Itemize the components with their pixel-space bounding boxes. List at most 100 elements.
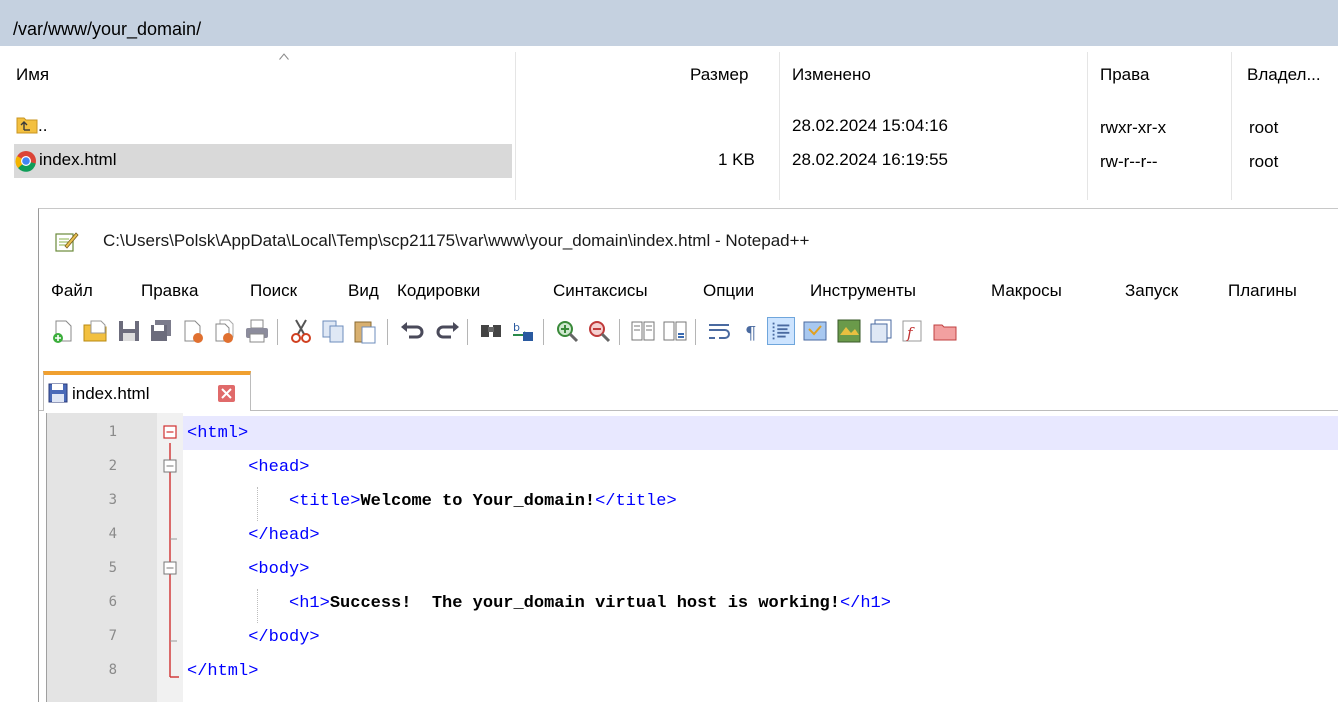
file-modified: 28.02.2024 16:19:55 bbox=[792, 150, 948, 169]
file-modified: 28.02.2024 15:04:16 bbox=[792, 116, 948, 135]
new-file-icon[interactable] bbox=[49, 317, 77, 345]
html-tag: </html> bbox=[187, 662, 259, 681]
toolbar-separator bbox=[543, 319, 544, 345]
html-tag: <html> bbox=[187, 424, 249, 443]
file-row-index-html[interactable]: index.html 1 KB 28.02.2024 16:19:55 rw-r… bbox=[0, 144, 1338, 180]
file-name-cell[interactable]: index.html bbox=[14, 144, 512, 178]
file-row-parent[interactable]: .. 28.02.2024 15:04:16 rwxr-xr-x root bbox=[0, 110, 1338, 146]
paste-icon[interactable] bbox=[351, 317, 379, 345]
line-number: 5 bbox=[108, 560, 117, 576]
code-line-1: <html> bbox=[187, 424, 248, 443]
column-name[interactable]: Имя bbox=[16, 65, 49, 85]
user-defined-language-icon[interactable] bbox=[801, 317, 829, 345]
line-number: 3 bbox=[108, 492, 117, 508]
replace-icon[interactable]: b bbox=[509, 317, 537, 345]
find-icon[interactable] bbox=[477, 317, 505, 345]
menu-search[interactable]: Поиск bbox=[250, 281, 297, 301]
file-name: index.html bbox=[39, 150, 117, 169]
document-map-icon[interactable] bbox=[835, 317, 863, 345]
indent-guide-icon[interactable] bbox=[767, 317, 795, 345]
show-all-characters-icon[interactable]: ¶ bbox=[737, 317, 765, 345]
chrome-icon bbox=[15, 151, 36, 172]
folder-as-workspace-icon[interactable] bbox=[931, 317, 959, 345]
toolbar: b ¶ f bbox=[39, 311, 1338, 357]
column-modified[interactable]: Изменено bbox=[792, 65, 871, 85]
menu-view[interactable]: Вид bbox=[348, 281, 379, 301]
code-line-3: <title>Welcome to Your_domain!</title> bbox=[187, 492, 677, 511]
copy-icon[interactable] bbox=[319, 317, 347, 345]
file-size: 1 KB bbox=[718, 150, 755, 169]
redo-icon[interactable] bbox=[433, 317, 461, 345]
toolbar-separator bbox=[277, 319, 278, 345]
line-number: 7 bbox=[108, 628, 117, 644]
sync-vertical-scroll-icon[interactable] bbox=[629, 317, 657, 345]
line-number: 6 bbox=[108, 594, 117, 610]
file-name-cell[interactable]: .. bbox=[14, 110, 512, 144]
word-wrap-icon[interactable] bbox=[705, 317, 733, 345]
column-size[interactable]: Размер bbox=[690, 65, 748, 85]
html-tag: <body> bbox=[248, 560, 310, 579]
code-text: Success! The your_domain virtual host is… bbox=[329, 594, 840, 613]
notepad-plus-plus-window: C:\Users\Polsk\AppData\Local\Temp\scp211… bbox=[38, 208, 1338, 702]
tab-index-html[interactable]: index.html bbox=[43, 371, 251, 411]
fold-margin bbox=[157, 413, 183, 702]
close-tab-icon[interactable] bbox=[218, 385, 235, 402]
document-list-icon[interactable] bbox=[867, 317, 895, 345]
code-editor[interactable]: 1 2 3 4 5 6 7 8 <html> <head> <title>Wel… bbox=[46, 413, 1338, 702]
code-line-2: <head> bbox=[187, 458, 309, 477]
code-text: Welcome to Your_domain! bbox=[360, 492, 596, 511]
html-tag: <head> bbox=[248, 458, 310, 477]
menu-file[interactable]: Файл bbox=[51, 281, 93, 301]
save-all-icon[interactable] bbox=[147, 317, 175, 345]
sync-horizontal-scroll-icon[interactable] bbox=[661, 317, 689, 345]
code-line-4: </head> bbox=[187, 526, 320, 545]
line-number: 1 bbox=[108, 424, 117, 440]
menu-bar: Файл Правка Поиск Вид Кодировки Синтакси… bbox=[39, 269, 1338, 309]
window-title-bar[interactable]: C:\Users\Polsk\AppData\Local\Temp\scp211… bbox=[39, 209, 1338, 269]
undo-icon[interactable] bbox=[399, 317, 427, 345]
menu-settings[interactable]: Опции bbox=[703, 281, 754, 301]
file-rights: rw-r--r-- bbox=[1100, 152, 1158, 171]
current-line-highlight bbox=[183, 416, 1338, 450]
menu-run[interactable]: Запуск bbox=[1125, 281, 1178, 301]
function-list-icon[interactable]: f bbox=[899, 317, 927, 345]
path-bar[interactable]: /var/www/your_domain/ bbox=[0, 0, 1338, 46]
code-text-area[interactable]: <html> <head> <title>Welcome to Your_dom… bbox=[183, 413, 1338, 702]
menu-plugins[interactable]: Плагины bbox=[1228, 281, 1297, 301]
toolbar-separator bbox=[695, 319, 696, 345]
file-owner: root bbox=[1249, 152, 1279, 171]
line-number-gutter: 1 2 3 4 5 6 7 8 bbox=[47, 413, 157, 702]
current-path: /var/www/your_domain/ bbox=[13, 19, 202, 39]
tab-bar: index.html bbox=[39, 359, 1338, 411]
parent-folder-icon bbox=[16, 117, 38, 134]
sort-ascending-icon bbox=[279, 53, 289, 60]
menu-edit[interactable]: Правка bbox=[141, 281, 198, 301]
html-tag: </head> bbox=[248, 526, 320, 545]
zoom-in-icon[interactable] bbox=[553, 317, 581, 345]
toolbar-separator bbox=[387, 319, 388, 345]
column-rights[interactable]: Права bbox=[1100, 65, 1149, 85]
html-tag: <title> bbox=[289, 492, 361, 511]
column-owner[interactable]: Владел... bbox=[1247, 65, 1321, 85]
toolbar-separator bbox=[619, 319, 620, 345]
file-rights: rwxr-xr-x bbox=[1100, 118, 1167, 137]
cut-icon[interactable] bbox=[287, 317, 315, 345]
open-file-icon[interactable] bbox=[81, 317, 109, 345]
close-all-icon[interactable] bbox=[211, 317, 239, 345]
code-line-7: </body> bbox=[187, 628, 319, 647]
html-tag: <h1> bbox=[289, 594, 330, 613]
code-line-5: <body> bbox=[187, 560, 309, 579]
print-icon[interactable] bbox=[243, 317, 271, 345]
notepad-app-icon bbox=[55, 232, 79, 252]
menu-language[interactable]: Синтаксисы bbox=[553, 281, 648, 301]
file-owner: root bbox=[1249, 118, 1279, 137]
save-icon[interactable] bbox=[115, 317, 143, 345]
menu-macro[interactable]: Макросы bbox=[991, 281, 1062, 301]
line-number: 2 bbox=[108, 458, 117, 474]
menu-tools[interactable]: Инструменты bbox=[810, 281, 916, 301]
zoom-out-icon[interactable] bbox=[585, 317, 613, 345]
toolbar-separator bbox=[467, 319, 468, 345]
menu-encoding[interactable]: Кодировки bbox=[397, 281, 480, 301]
svg-text:b: b bbox=[513, 321, 520, 334]
close-file-icon[interactable] bbox=[179, 317, 207, 345]
